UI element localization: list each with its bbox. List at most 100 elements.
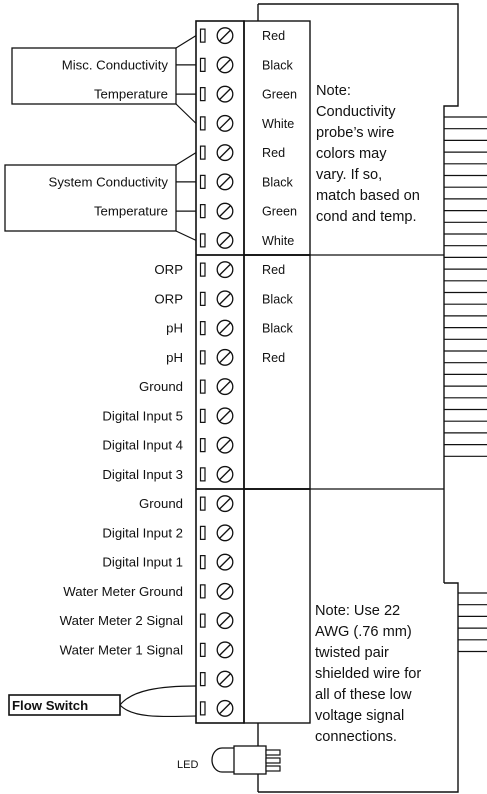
- terminal-label: Ground: [139, 496, 183, 511]
- terminal-clamp-icon: [199, 28, 206, 43]
- terminal-clamp-icon: [199, 496, 206, 511]
- terminal-clamp-icon: [199, 642, 206, 657]
- wire-color-label: Red: [262, 351, 285, 365]
- flow-switch-label: Flow Switch: [12, 698, 88, 713]
- note-line: AWG (.76 mm): [315, 624, 412, 640]
- note-line: match based on: [316, 188, 420, 204]
- color-column-box: [243, 20, 311, 256]
- terminal-label: Water Meter 2 Signal: [60, 613, 183, 628]
- note-line: cond and temp.: [316, 209, 417, 225]
- led-label: LED: [177, 759, 198, 771]
- conductivity-note: Note: Conductivity probe’s wire colors m…: [316, 83, 420, 225]
- terminal-clamp-icon: [199, 350, 206, 365]
- led-lead: [265, 757, 281, 764]
- wire-color-label: White: [262, 117, 294, 131]
- terminal-label: Digital Input 4: [102, 438, 183, 453]
- terminal: [199, 699, 234, 717]
- terminal-label: pH: [166, 350, 183, 365]
- terminal: [199, 436, 234, 454]
- bracket-lead: [175, 35, 197, 49]
- terminal-label: Ground: [139, 379, 183, 394]
- color-column-box: [243, 254, 311, 490]
- terminal: [199, 378, 234, 396]
- terminal: [199, 465, 234, 483]
- note-line: twisted pair: [315, 645, 389, 661]
- terminal: [199, 582, 234, 600]
- terminal-clamp-icon: [199, 57, 206, 72]
- wire-color-label: White: [262, 234, 294, 248]
- terminal: [199, 261, 234, 279]
- terminal-label: Digital Input 1: [102, 555, 183, 570]
- bracket-lead: [175, 230, 197, 241]
- bracket-lead: [175, 103, 197, 124]
- terminal-clamp-icon: [199, 613, 206, 628]
- led-lens-icon: [211, 747, 234, 773]
- terminal: [199, 553, 234, 571]
- terminal-label: Water Meter Ground: [63, 584, 183, 599]
- terminal: [199, 27, 234, 45]
- note-line: Conductivity: [316, 104, 396, 120]
- led: LED: [177, 745, 281, 775]
- terminal-clamp-icon: [199, 116, 206, 131]
- terminal-labels: Misc. Conductivity Temperature System Cond…: [49, 57, 184, 657]
- note-line: vary. If so,: [316, 167, 382, 183]
- wire-color-label: Black: [262, 58, 293, 72]
- note-line: all of these low: [315, 687, 412, 703]
- terminal-clamp-icon: [199, 291, 206, 306]
- terminal-clamp-icon: [199, 321, 206, 336]
- terminal-clamp-icon: [199, 87, 206, 102]
- note-line: probe’s wire: [316, 125, 394, 141]
- wire-color-label: Red: [262, 146, 285, 160]
- terminal-clamp-icon: [199, 672, 206, 687]
- edge-connectors: [443, 116, 487, 653]
- terminal-label: Digital Input 2: [102, 525, 183, 540]
- terminal: [199, 495, 234, 513]
- terminal: [199, 670, 234, 688]
- terminal: [199, 407, 234, 425]
- terminal-label: Misc. Conductivity: [62, 57, 169, 72]
- terminal: [199, 202, 234, 220]
- flow-switch-wire: [119, 685, 197, 706]
- led-body: [233, 745, 267, 775]
- terminal-clamp-icon: [199, 262, 206, 277]
- wire-color-label: Red: [262, 29, 285, 43]
- note-line: Note:: [316, 83, 351, 99]
- system-conductivity-bracket: [4, 152, 197, 241]
- terminal-clamp-icon: [199, 233, 206, 248]
- flow-switch: Flow Switch: [8, 685, 197, 718]
- wire-color-label: Black: [262, 175, 293, 189]
- misc-conductivity-bracket: [11, 35, 197, 124]
- terminal-label: pH: [166, 321, 183, 336]
- wire-color-label: Green: [262, 205, 297, 219]
- terminal: [199, 56, 234, 74]
- wiring-diagram: Misc. Conductivity Temperature System Cond…: [4, 3, 487, 793]
- terminal-clamp-icon: [199, 701, 206, 716]
- terminal-label: System Conductivity: [49, 174, 169, 189]
- note-line: voltage signal: [315, 708, 404, 724]
- terminal-label: ORP: [154, 262, 183, 277]
- wire-color-label: Red: [262, 263, 285, 277]
- note-line: shielded wire for: [315, 666, 421, 682]
- terminal: [199, 85, 234, 103]
- terminal-clamp-icon: [199, 408, 206, 423]
- terminal: [199, 612, 234, 630]
- terminal-clamp-icon: [199, 525, 206, 540]
- low-voltage-note: Note: Use 22 AWG (.76 mm) twisted pair s…: [315, 603, 421, 745]
- terminal-clamp-icon: [199, 379, 206, 394]
- terminal: [199, 144, 234, 162]
- terminal-clamp-icon: [199, 204, 206, 219]
- terminal: [199, 524, 234, 542]
- terminal: [199, 173, 234, 191]
- terminal-label: Temperature: [94, 204, 168, 219]
- note-line: connections.: [315, 729, 397, 745]
- terminal-label: ORP: [154, 291, 183, 306]
- terminal-clamp-icon: [199, 174, 206, 189]
- terminal-label: Digital Input 3: [102, 467, 183, 482]
- terminal-clamp-icon: [199, 555, 206, 570]
- terminal: [199, 231, 234, 249]
- terminal: [199, 290, 234, 308]
- led-lead: [265, 749, 281, 756]
- color-column-box: [243, 488, 311, 724]
- bracket-lead: [175, 152, 197, 166]
- terminal-label: Digital Input 5: [102, 408, 183, 423]
